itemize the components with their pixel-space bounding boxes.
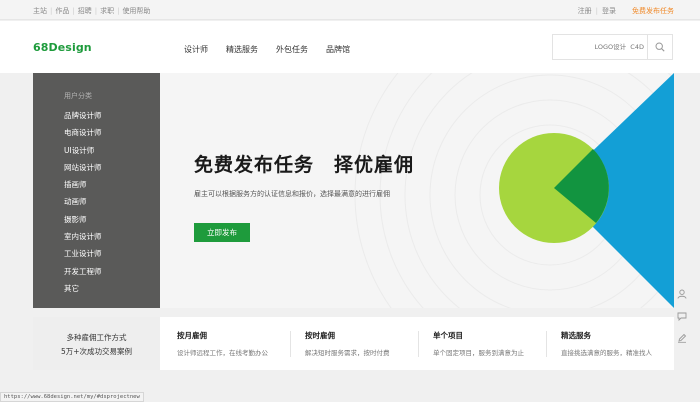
register-link[interactable]: 注册 xyxy=(578,6,592,16)
site-logo[interactable]: 68Design xyxy=(33,41,92,54)
user-icon xyxy=(677,289,687,299)
main-nav: 设计师 精选服务 外包任务 品牌馆 xyxy=(184,44,350,55)
nav-outsourcing-tasks[interactable]: 外包任务 xyxy=(276,44,308,55)
floating-toolbar xyxy=(674,283,690,349)
search-input[interactable] xyxy=(553,35,648,59)
category-item[interactable]: 工业设计师 xyxy=(64,245,160,262)
hero-banner: 用户分类 品牌设计师 电商设计师 UI设计师 网站设计师 插画师 动画师 摄影师… xyxy=(33,73,674,308)
top-link-jobseek[interactable]: 求职 xyxy=(100,6,114,16)
category-item[interactable]: 摄影师 xyxy=(64,211,160,228)
summary-line: 5万+次成功交易案例 xyxy=(60,347,133,356)
feature-title: 按时雇佣 xyxy=(305,331,335,340)
feature-monthly[interactable]: 按月雇佣 设计师远程工作，在线考勤办公 xyxy=(177,330,268,360)
search-box xyxy=(552,34,673,60)
separator: | xyxy=(595,7,598,15)
feature-desc: 设计师远程工作，在线考勤办公 xyxy=(177,349,268,357)
banner-title: 免费发布任务 择优雇佣 xyxy=(194,154,415,176)
feature-title: 单个项目 xyxy=(433,331,463,340)
publish-task-link[interactable]: 免费发布任务 xyxy=(632,6,674,16)
search-icon xyxy=(655,42,665,52)
hire-modes-summary: 多种雇佣工作方式 5万+次成功交易案例 xyxy=(33,317,160,370)
feature-hourly[interactable]: 按时雇佣 解决短时服务需求，按时付费 xyxy=(305,330,390,360)
top-link-main[interactable]: 主站 xyxy=(33,6,47,16)
nav-featured-services[interactable]: 精选服务 xyxy=(226,44,258,55)
top-links: 主站 | 作品 | 招聘 | 求职 | 使用帮助 xyxy=(33,6,150,16)
top-link-hiring[interactable]: 招聘 xyxy=(78,6,92,16)
category-item[interactable]: 电商设计师 xyxy=(64,124,160,141)
user-tool-button[interactable] xyxy=(674,283,690,305)
feature-title: 按月雇佣 xyxy=(177,331,207,340)
separator: | xyxy=(117,7,120,15)
category-sidebar: 用户分类 品牌设计师 电商设计师 UI设计师 网站设计师 插画师 动画师 摄影师… xyxy=(33,73,160,308)
chat-tool-button[interactable] xyxy=(674,305,690,327)
nav-designers[interactable]: 设计师 xyxy=(184,44,208,55)
divider xyxy=(418,331,419,357)
category-item[interactable]: 插画师 xyxy=(64,176,160,193)
feature-desc: 直接挑选满意的服务，精准找人 xyxy=(561,349,652,357)
divider xyxy=(546,331,547,357)
hire-modes-strip: 多种雇佣工作方式 5万+次成功交易案例 按月雇佣 设计师远程工作，在线考勤办公 … xyxy=(33,317,674,370)
category-item[interactable]: 室内设计师 xyxy=(64,228,160,245)
category-item[interactable]: 其它 xyxy=(64,280,160,297)
feature-selected-services[interactable]: 精选服务 直接挑选满意的服务，精准找人 xyxy=(561,330,652,360)
category-item[interactable]: UI设计师 xyxy=(64,142,160,159)
browser-status-url: https://www.68design.net/my/#dsprojectne… xyxy=(0,392,144,402)
top-account-links: 注册 | 登录 免费发布任务 xyxy=(578,6,674,16)
feature-single-project[interactable]: 单个项目 单个固定项目，服务到满意为止 xyxy=(433,330,524,360)
category-item[interactable]: 品牌设计师 xyxy=(64,107,160,124)
category-title: 用户分类 xyxy=(64,92,92,100)
category-item[interactable]: 网站设计师 xyxy=(64,159,160,176)
summary-line: 多种雇佣工作方式 xyxy=(66,333,127,342)
feature-desc: 解决短时服务需求，按时付费 xyxy=(305,349,390,357)
publish-now-button[interactable]: 立即发布 xyxy=(194,223,250,242)
category-item[interactable]: 动画师 xyxy=(64,193,160,210)
top-link-works[interactable]: 作品 xyxy=(55,6,69,16)
feature-desc: 单个固定项目，服务到满意为止 xyxy=(433,349,524,357)
login-link[interactable]: 登录 xyxy=(602,6,616,16)
divider xyxy=(290,331,291,357)
chat-icon xyxy=(677,312,687,321)
nav-brand-hall[interactable]: 品牌馆 xyxy=(326,44,350,55)
top-link-help[interactable]: 使用帮助 xyxy=(122,6,150,16)
separator: | xyxy=(94,7,98,15)
separator: | xyxy=(50,7,53,15)
top-utility-bar: 主站 | 作品 | 招聘 | 求职 | 使用帮助 注册 | 登录 免费发布任务 xyxy=(0,0,700,20)
feature-title: 精选服务 xyxy=(561,331,591,340)
banner-subtitle: 雇主可以根据服务方的认证信息和报价，选择最满意的进行雇佣 xyxy=(194,190,390,198)
edit-icon xyxy=(678,333,687,343)
edit-tool-button[interactable] xyxy=(674,327,690,349)
separator: | xyxy=(72,7,75,15)
category-item[interactable]: 开发工程师 xyxy=(64,263,160,280)
search-button[interactable] xyxy=(647,35,672,59)
site-header: 68Design 设计师 精选服务 外包任务 品牌馆 xyxy=(0,21,700,73)
